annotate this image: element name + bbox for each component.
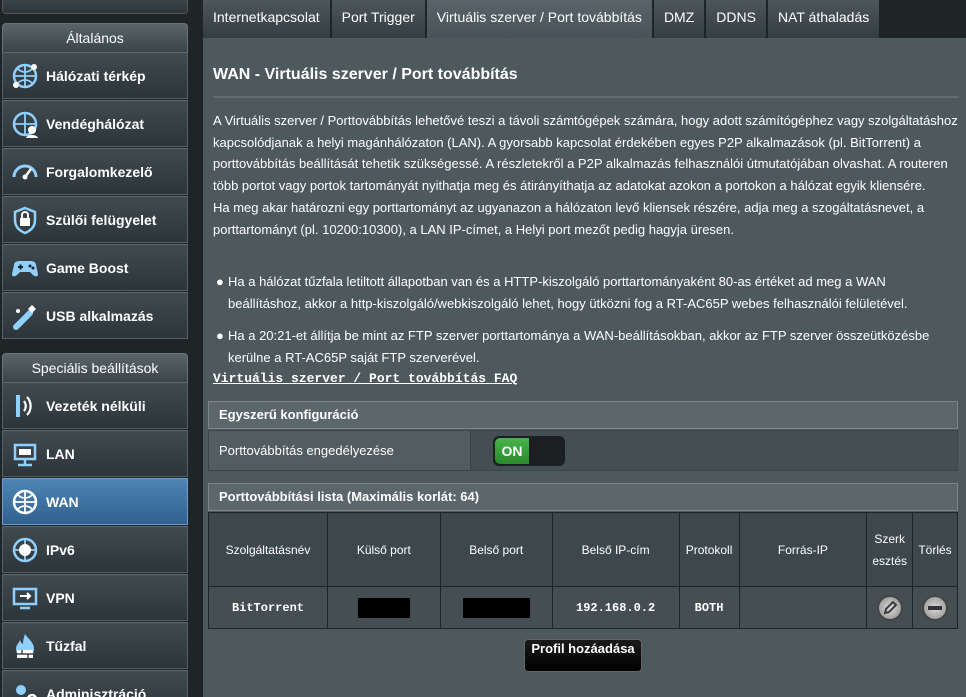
advanced-section-header: Speciális beállítások — [2, 353, 188, 383]
gamepad-icon — [8, 251, 42, 285]
general-section-header: Általános — [2, 23, 188, 53]
admin-icon — [8, 677, 42, 697]
internal-ip-cell: 192.168.0.2 — [551, 586, 680, 629]
note-bullet-2: ● Ha a 20:21-et állítja be mint az FTP s… — [213, 325, 961, 368]
service-name-cell: BitTorrent — [208, 586, 328, 629]
firewall-icon — [8, 629, 42, 663]
sidebar-item-label: Vezeték nélküli — [46, 397, 146, 414]
vpn-icon — [8, 581, 42, 615]
internal-port-value — [462, 597, 530, 618]
note-bullet-1: ● Ha a hálózat tűzfala letiltott állapot… — [213, 271, 961, 314]
page-title: WAN - Virtuális szerver / Port továbbítá… — [213, 66, 518, 83]
sidebar-item-label: USB alkalmazás — [46, 307, 154, 324]
column-header: Szerk esztés — [866, 512, 913, 587]
faq-link[interactable]: Virtuális szerver / Port továbbítás FAQ — [213, 371, 517, 386]
sidebar-item-label: LAN — [46, 445, 75, 462]
column-header: Szolgáltatásnév — [208, 512, 328, 587]
main-panel: WAN - Virtuális szerver / Port továbbítá… — [203, 38, 966, 697]
usb-icon — [8, 299, 42, 333]
tab-dmz[interactable]: DMZ — [653, 0, 707, 38]
traffic-manager-icon — [8, 155, 42, 189]
tab-virtual-server[interactable]: Virtuális szerver / Port továbbítás — [426, 0, 654, 38]
globe-icon — [8, 485, 42, 519]
protocol-cell: BOTH — [678, 586, 740, 629]
sidebar-item-ipv6[interactable]: IPv6 — [2, 526, 188, 573]
forwarding-list-header: Porttovábbítási lista (Maximális korlát:… — [208, 483, 958, 511]
sidebar-item-game-boost[interactable]: Game Boost — [2, 244, 188, 291]
delete-icon[interactable] — [922, 594, 948, 621]
wifi-icon — [8, 389, 42, 423]
tab-port-trigger[interactable]: Port Trigger — [331, 0, 427, 38]
sidebar-item-label: VPN — [46, 589, 75, 606]
sidebar-item-label: Game Boost — [46, 259, 129, 276]
tab-internet-connection[interactable]: Internetkapcsolat — [203, 0, 332, 38]
sidebar-item-label: WAN — [46, 493, 79, 510]
title-divider — [213, 96, 959, 98]
bullet-text: Ha a hálózat tűzfala letiltott állapotba… — [228, 274, 908, 311]
add-profile-button[interactable]: Profil hozáadása — [524, 639, 642, 672]
bullet-dot: ● — [216, 274, 224, 289]
source-ip-cell — [738, 586, 868, 629]
column-header: Belső IP-cím — [551, 512, 680, 587]
sidebar-item-guest-network[interactable]: Vendéghálózat — [2, 100, 188, 147]
sidebar-item-firewall[interactable]: Tűzfal — [2, 622, 188, 669]
sidebar-item-lan[interactable]: LAN — [2, 430, 188, 477]
delete-cell — [912, 586, 958, 629]
sidebar-item-usb-application[interactable]: USB alkalmazás — [2, 292, 188, 339]
external-port-value — [357, 597, 410, 618]
sidebar-item-parental-control[interactable]: Szülői felügyelet — [2, 196, 188, 243]
sidebar-item-wan[interactable]: WAN — [2, 478, 188, 525]
internal-port-cell — [439, 586, 553, 629]
lan-icon — [8, 437, 42, 471]
tab-bar: Internetkapcsolat Port Trigger Virtuális… — [203, 0, 882, 38]
edit-icon[interactable] — [876, 594, 903, 621]
enable-port-forwarding-cell: ON — [471, 431, 957, 470]
sidebar: Általános Hálózati térkép Vendéghálózat … — [0, 0, 203, 697]
sidebar-item-label: Szülői felügyelet — [46, 211, 157, 228]
edit-cell — [866, 586, 913, 629]
sidebar-item-wireless[interactable]: Vezeték nélküli — [2, 382, 188, 429]
column-header: Külső port — [326, 512, 441, 587]
ipv6-icon — [8, 533, 42, 567]
sidebar-item-label: Hálózati térkép — [46, 67, 146, 84]
globe-network-icon — [8, 59, 42, 93]
bullet-dot: ● — [216, 328, 224, 343]
sidebar-item-label: Forgalomkezelő — [46, 163, 153, 180]
sidebar-item-administration[interactable]: Adminisztráció — [2, 670, 188, 697]
sidebar-item-label: Vendéghálózat — [46, 115, 145, 132]
description: A Virtuális szerver / Porttovábbítás leh… — [213, 110, 961, 240]
sidebar-item-vpn[interactable]: VPN — [2, 574, 188, 621]
tab-ddns[interactable]: DDNS — [706, 0, 768, 38]
column-header: Belső port — [439, 512, 553, 587]
description-paragraph: A Virtuális szerver / Porttovábbítás leh… — [213, 113, 958, 194]
toggle-on-label: ON — [495, 438, 529, 464]
column-header: Protokoll — [678, 512, 740, 587]
description-paragraph-2: Ha meg akar határozni egy porttartományt… — [213, 199, 925, 237]
port-forwarding-toggle[interactable]: ON — [493, 436, 565, 466]
sidebar-item-traffic-manager[interactable]: Forgalomkezelő — [2, 148, 188, 195]
bullet-text: Ha a 20:21-et állítja be mint az FTP sze… — [228, 328, 930, 365]
column-header: Forrás-IP — [738, 512, 868, 587]
forwarding-list-table: Szolgáltatásnév Külső port Belső port Be… — [208, 512, 958, 629]
tab-nat-passthrough[interactable]: NAT áthaladás — [767, 0, 882, 38]
table-row: BitTorrent 192.168.0.2 BOTH — [208, 586, 958, 629]
sidebar-top-edge — [2, 0, 188, 14]
sidebar-item-network-map[interactable]: Hálózati térkép — [2, 52, 188, 99]
lock-shield-icon — [8, 203, 42, 237]
column-header: Törlés — [912, 512, 958, 587]
sidebar-item-label: Tűzfal — [46, 637, 87, 654]
external-port-cell — [326, 586, 441, 629]
enable-port-forwarding-row: Porttovábbítás engedélyezése ON — [208, 430, 958, 471]
enable-port-forwarding-label: Porttovábbítás engedélyezése — [209, 431, 471, 470]
basic-config-header: Egyszerű konfiguráció — [208, 401, 958, 429]
sidebar-item-label: Adminisztráció — [46, 685, 147, 697]
table-header-row: Szolgáltatásnév Külső port Belső port Be… — [208, 512, 958, 587]
sidebar-item-label: IPv6 — [46, 541, 75, 558]
guest-network-icon — [8, 107, 42, 141]
